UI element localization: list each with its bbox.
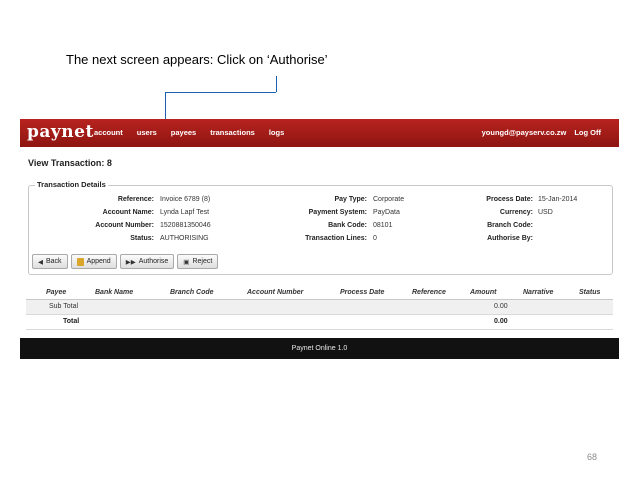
field-label: Branch Code: <box>487 222 533 229</box>
total-amount: 0.00 <box>494 318 508 325</box>
grid-header: Payee Bank Name Branch Code Account Numb… <box>20 287 619 299</box>
field-label: Account Name: <box>102 209 154 216</box>
nav-account[interactable]: account <box>94 128 123 137</box>
logoff-link[interactable]: Log Off <box>574 128 601 137</box>
main-nav: account users payees transactions logs <box>94 128 284 137</box>
bank-code-value: 08101 <box>373 222 393 229</box>
nav-users[interactable]: users <box>137 128 157 137</box>
field-label: Transaction Lines: <box>305 235 367 242</box>
app-footer: Paynet Online 1.0 <box>20 338 619 359</box>
column-header[interactable]: Status <box>579 289 600 296</box>
authorise-button[interactable]: ▶▶ Authorise <box>119 254 175 269</box>
callout-line <box>165 92 276 93</box>
reject-button-label: Reject <box>192 258 213 265</box>
column-header[interactable]: Narrative <box>523 289 553 296</box>
reference-value: Invoice 6789 (8) <box>160 196 211 203</box>
user-box: youngd@payserv.co.zw Log Off <box>482 128 601 137</box>
action-buttons: ◀ Back Append ▶▶ Authorise ▣ Reject <box>32 254 219 269</box>
pay-type-value: Corporate <box>373 196 405 203</box>
column-header[interactable]: Process Date <box>340 289 384 296</box>
user-email: youngd@payserv.co.zw <box>481 128 567 137</box>
column-header[interactable]: Amount <box>470 289 496 296</box>
trash-icon: ▣ <box>183 258 190 266</box>
top-navigation-bar: paynet account users payees transactions… <box>20 119 619 147</box>
field-label: Currency: <box>499 209 533 216</box>
currency-value: USD <box>538 209 553 216</box>
subtotal-amount: 0.00 <box>494 303 508 310</box>
app-screenshot: paynet account users payees transactions… <box>20 119 619 359</box>
column-header[interactable]: Bank Name <box>95 289 133 296</box>
column-header[interactable]: Account Number <box>247 289 303 296</box>
back-button-label: Back <box>46 258 62 265</box>
field-label: Bank Code: <box>328 222 367 229</box>
forward-arrows-icon: ▶▶ <box>125 258 136 266</box>
panel-legend: Transaction Details <box>35 180 108 189</box>
append-button[interactable]: Append <box>70 254 117 269</box>
field-label: Account Number: <box>95 222 154 229</box>
callout-line <box>276 76 277 92</box>
field-label: Process Date: <box>486 196 533 203</box>
field-label: Pay Type: <box>334 196 367 203</box>
nav-payees[interactable]: payees <box>171 128 196 137</box>
total-row: Total 0.00 <box>26 315 613 330</box>
column-header[interactable]: Branch Code <box>170 289 214 296</box>
status-value: AUTHORISING <box>160 235 209 242</box>
reject-button[interactable]: ▣ Reject <box>177 254 219 269</box>
slide-caption: The next screen appears: Click on ‘Autho… <box>66 52 328 67</box>
account-number-value: 1520881350046 <box>160 222 211 229</box>
field-label: Authorise By: <box>487 235 533 242</box>
payment-system-value: PayData <box>373 209 400 216</box>
subtotal-row: Sub Total 0.00 <box>26 300 613 315</box>
authorise-button-label: Authorise <box>138 258 169 265</box>
transaction-lines-grid: Payee Bank Name Branch Code Account Numb… <box>20 287 619 330</box>
field-label: Status: <box>130 235 154 242</box>
field-label: Payment System: <box>308 209 367 216</box>
back-button[interactable]: ◀ Back <box>32 254 68 269</box>
page-title: View Transaction: 8 <box>28 158 112 168</box>
account-name-value: Lynda Lapf Test <box>160 209 210 216</box>
triangle-left-icon: ◀ <box>38 258 43 266</box>
process-date-value: 15-Jan-2014 <box>538 196 578 203</box>
field-label: Reference: <box>117 196 154 203</box>
transaction-lines-value: 0 <box>373 235 377 242</box>
paynet-logo: paynet <box>27 122 94 142</box>
total-label: Total <box>63 318 80 325</box>
page-number: 68 <box>587 452 598 462</box>
nav-logs[interactable]: logs <box>269 128 284 137</box>
column-header[interactable]: Payee <box>46 289 66 296</box>
lock-icon <box>76 257 84 266</box>
subtotal-label: Sub Total <box>49 303 79 310</box>
column-header[interactable]: Reference <box>412 289 446 296</box>
append-button-label: Append <box>86 258 111 265</box>
nav-transactions[interactable]: transactions <box>210 128 255 137</box>
